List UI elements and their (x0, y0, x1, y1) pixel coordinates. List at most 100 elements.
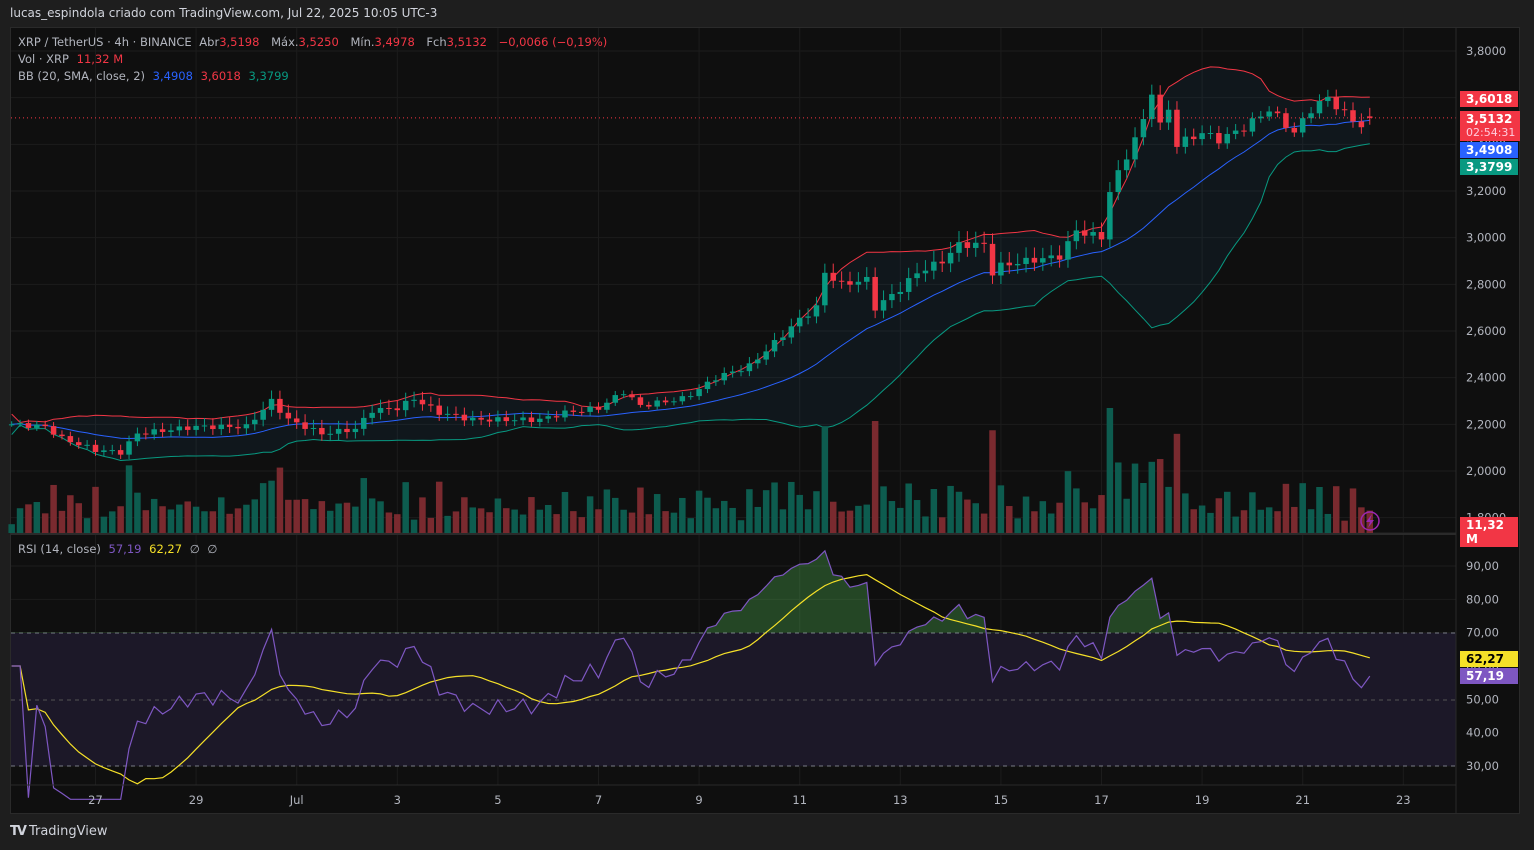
volume-bar (1123, 498, 1130, 533)
tradingview-logo-icon: TV (10, 824, 27, 839)
volume-bar (41, 513, 49, 533)
volume-bar (570, 511, 577, 533)
volume-bar (1324, 513, 1332, 533)
volume-bar (134, 492, 141, 533)
volume-bar (1131, 463, 1139, 533)
volume-bar (561, 491, 569, 533)
bollinger-bands (11, 66, 1370, 462)
volume-bar (796, 494, 803, 533)
volume-bar (1106, 408, 1114, 533)
volume-bar (310, 509, 317, 533)
volume-bar (159, 506, 166, 533)
high-label: Máx. (271, 35, 299, 49)
volume-bar (511, 509, 518, 533)
high-value: 3,5250 (298, 35, 339, 49)
bb-basis-tag: 3,4908 (1460, 142, 1518, 158)
open-value: 3,5198 (219, 35, 260, 49)
volume-bar (1148, 461, 1156, 533)
volume-bar (1056, 502, 1063, 533)
volume-bar (1299, 483, 1306, 533)
volume-bar (1073, 488, 1080, 533)
volume-bar (888, 501, 896, 533)
tradingview-logo[interactable]: TV TradingView (10, 824, 107, 839)
last-price: 3,5132 (1466, 112, 1513, 126)
volume-bar (1140, 482, 1147, 533)
volume-bar (913, 500, 921, 533)
volume-bar (829, 501, 837, 533)
volume-bar (352, 506, 359, 533)
time-tick: 21 (1295, 793, 1310, 807)
volume-bar (947, 485, 954, 533)
volume-bar (67, 495, 74, 533)
volume-bar (1249, 492, 1256, 533)
volume-bar (33, 502, 41, 533)
volume-bar (553, 514, 560, 533)
volume-bar (1341, 520, 1348, 533)
volume-bar (729, 507, 736, 533)
rsi-tick: 80,00 (1466, 592, 1499, 606)
volume-bar (1240, 510, 1248, 533)
candle-countdown: 02:54:31 (1466, 126, 1516, 139)
volume-bar (955, 491, 963, 533)
volume-bar (788, 481, 795, 533)
rsi-tick: 70,00 (1466, 626, 1499, 640)
bb-basis-value: 3,4908 (152, 69, 193, 83)
volume-bar (1022, 496, 1030, 533)
price-tick: 2,0000 (1466, 464, 1506, 478)
volume-bar (1098, 495, 1105, 533)
volume-bar (704, 497, 711, 533)
volume-bar (645, 514, 653, 533)
volume-bar (184, 501, 191, 533)
volume-bar (653, 494, 661, 533)
time-axis: 27 29 Jul 3 5 7 9 11 13 15 17 19 21 23 (88, 793, 1410, 807)
low-value: 3,4978 (374, 35, 415, 49)
volume-bar (92, 486, 99, 533)
volume-bar (670, 512, 678, 533)
volume-bar (804, 509, 812, 533)
volume-bar (293, 499, 300, 533)
price-tick: 2,4000 (1466, 371, 1506, 385)
volume-bar (192, 506, 200, 533)
rsi-label[interactable]: RSI (14, close) (18, 542, 101, 556)
price-tick: 2,2000 (1466, 417, 1506, 431)
volume-bar (1274, 511, 1281, 533)
time-tick: 29 (189, 793, 204, 807)
time-tick: 3 (394, 793, 401, 807)
volume-bar (8, 524, 15, 533)
volume-bar (125, 465, 133, 533)
volume-label[interactable]: Vol · XRP (18, 52, 69, 66)
volume-bar (679, 497, 686, 533)
volume-bar (1089, 508, 1097, 533)
volume-bar (528, 497, 535, 533)
volume-bar (419, 497, 426, 533)
volume-bar (452, 511, 460, 533)
symbol-label[interactable]: XRP / TetherUS · 4h · BINANCE (18, 35, 192, 49)
volume-bar (343, 502, 351, 533)
volume-bar (486, 512, 493, 533)
bb-upper-tag: 3,6018 (1460, 91, 1518, 107)
volume-bar (360, 478, 368, 533)
volume-bar (930, 488, 938, 533)
volume-bar (377, 501, 384, 533)
volume-bar (922, 516, 929, 533)
time-tick: Jul (289, 793, 304, 807)
volume-bar (1014, 518, 1021, 533)
volume-bar (595, 509, 602, 533)
volume-bar (50, 484, 57, 533)
volume-bar (385, 512, 393, 533)
rsi-ma-value: 62,27 (149, 542, 183, 556)
volume-bar (586, 496, 594, 533)
volume-bar (687, 518, 694, 533)
volume-bar (150, 498, 158, 533)
volume-bar (997, 485, 1005, 533)
volume-bar (1198, 505, 1206, 533)
volume-bar (938, 517, 946, 533)
price-tick: 3,0000 (1466, 231, 1506, 245)
volume-bar (209, 511, 217, 533)
volume-bar (109, 511, 116, 533)
chart-canvas[interactable]: 3,80003,60003,40003,20003,00002,80002,60… (0, 0, 1534, 850)
volume-bar (100, 516, 108, 533)
bb-label[interactable]: BB (20, SMA, close, 2) (18, 69, 145, 83)
volume-bar (1006, 506, 1013, 533)
volume-bar (821, 426, 829, 533)
